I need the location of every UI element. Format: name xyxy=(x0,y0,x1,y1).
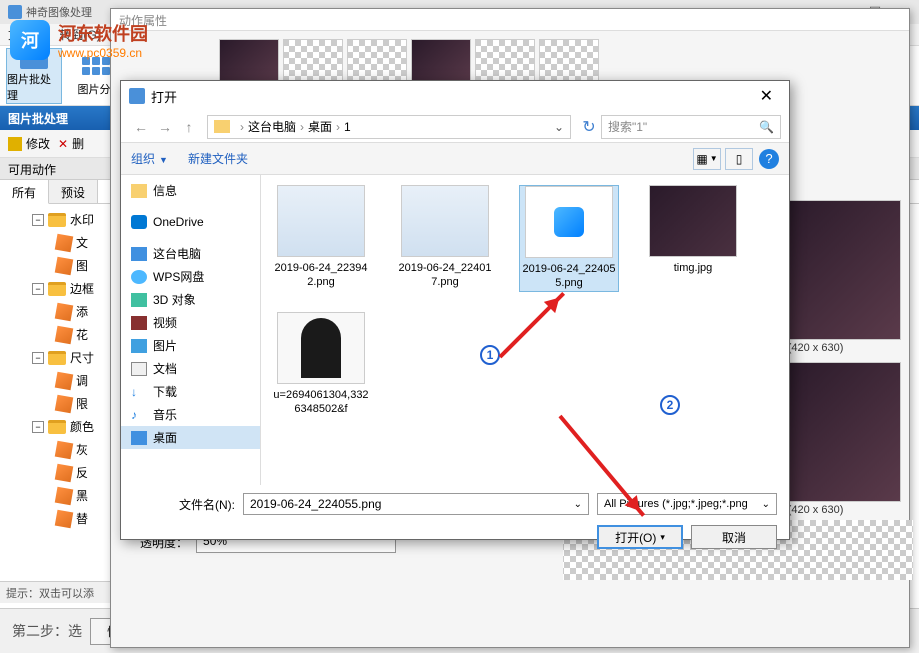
sidebar-item-documents[interactable]: 文档 xyxy=(121,357,260,380)
folder-icon xyxy=(48,282,66,296)
tab-all[interactable]: 所有 xyxy=(0,180,49,204)
watermark-name: 河东软件园 xyxy=(58,20,148,46)
file-item[interactable]: 2019-06-24_224017.png xyxy=(395,185,495,292)
delete-label: 删 xyxy=(72,135,84,152)
delete-button[interactable]: ✕ 删 xyxy=(58,135,84,152)
cube-icon xyxy=(131,293,147,307)
folder-icon xyxy=(48,213,66,227)
organize-button[interactable]: 组织▼ xyxy=(131,150,168,167)
desktop-icon xyxy=(131,431,147,445)
modify-label: 修改 xyxy=(26,135,50,152)
app-title: 神奇图像处理 xyxy=(26,4,92,20)
step-label: 第二步：选 xyxy=(12,621,82,641)
file-item[interactable]: 2019-06-24_223942.png xyxy=(271,185,371,292)
open-button[interactable]: 打开(O)▾ xyxy=(597,525,683,549)
onedrive-icon xyxy=(131,215,147,229)
file-item-selected[interactable]: 2019-06-24_224055.png xyxy=(519,185,619,292)
sidebar-item-desktop[interactable]: 桌面 xyxy=(121,426,260,449)
new-folder-button[interactable]: 新建文件夹 xyxy=(188,150,248,167)
pc-icon xyxy=(131,247,147,261)
sidebar-tree: 信息 OneDrive 这台电脑 WPS网盘 3D 对象 视频 图片 文档 下载… xyxy=(121,175,261,485)
cube-icon xyxy=(55,509,74,528)
close-button[interactable]: ✕ xyxy=(752,86,781,106)
sidebar-item-pictures[interactable]: 图片 xyxy=(121,334,260,357)
dialog-toolbar: 组织▼ 新建文件夹 ▦▼ ▯ ? xyxy=(121,143,789,175)
cube-icon xyxy=(55,463,74,482)
file-list: 2019-06-24_223942.png 2019-06-24_224017.… xyxy=(261,175,789,485)
cloud-icon xyxy=(131,270,147,284)
forward-button[interactable]: → xyxy=(153,115,177,139)
cube-icon xyxy=(55,302,74,321)
file-item[interactable]: u=2694061304,3326348502&f xyxy=(271,312,371,417)
filename-input[interactable]: 2019-06-24_224055.png⌄ xyxy=(243,493,589,515)
preview-panel: ) (420 x 630) ) (420 x 630) ▼ 下一张 xyxy=(781,200,911,551)
delete-icon: ✕ xyxy=(58,137,68,151)
folder-icon xyxy=(131,184,147,198)
hint-text: 提示：双击可以添 xyxy=(0,581,110,603)
file-item[interactable]: timg.jpg xyxy=(643,185,743,292)
back-button[interactable]: ← xyxy=(129,115,153,139)
folder-icon xyxy=(214,120,230,133)
refresh-button[interactable]: ↻ xyxy=(577,115,601,139)
video-icon xyxy=(131,316,147,330)
download-icon xyxy=(131,385,147,399)
app-icon xyxy=(8,5,22,19)
sidebar-item-pc[interactable]: 这台电脑 xyxy=(121,242,260,265)
music-icon: ♪ xyxy=(131,408,147,422)
dialog-title: 动作属性 xyxy=(111,9,909,31)
dialog-titlebar: 打开 ✕ xyxy=(121,81,789,111)
folder-icon xyxy=(48,351,66,365)
file-thumbnail xyxy=(649,185,737,257)
sidebar-item-downloads[interactable]: 下载 xyxy=(121,380,260,403)
preview-caption: ) (420 x 630) xyxy=(781,504,911,516)
view-mode-button[interactable]: ▦▼ xyxy=(693,148,721,170)
sidebar-item-wps[interactable]: WPS网盘 xyxy=(121,265,260,288)
watermark: 河 河东软件园 www.pc0359.cn xyxy=(10,20,148,60)
app-icon xyxy=(129,88,145,104)
search-input[interactable]: 搜索"1" 🔍 xyxy=(601,115,781,139)
tool-batch-label: 图片批处理 xyxy=(7,71,61,103)
cube-icon xyxy=(55,256,74,275)
cube-icon xyxy=(55,486,74,505)
dialog-title: 打开 xyxy=(151,87,177,106)
cube-icon xyxy=(55,371,74,390)
dialog-bottom: 文件名(N): 2019-06-24_224055.png⌄ All Pictu… xyxy=(121,485,789,561)
file-thumbnail xyxy=(277,185,365,257)
sidebar-item-video[interactable]: 视频 xyxy=(121,311,260,334)
sidebar-item-3d[interactable]: 3D 对象 xyxy=(121,288,260,311)
file-thumbnail xyxy=(525,186,613,258)
help-button[interactable]: ? xyxy=(759,149,779,169)
preview-image xyxy=(781,200,901,340)
cube-icon xyxy=(55,440,74,459)
file-open-dialog: 打开 ✕ ← → ↑ › 这台电脑 › 桌面 › 1 ⌄ ↻ 搜索"1" 🔍 组… xyxy=(120,80,790,540)
sidebar-item-music[interactable]: ♪音乐 xyxy=(121,403,260,426)
sidebar-item-info[interactable]: 信息 xyxy=(121,179,260,202)
watermark-logo-icon: 河 xyxy=(10,20,50,60)
pictures-icon xyxy=(131,339,147,353)
pencil-icon xyxy=(8,137,22,151)
tab-preset[interactable]: 预设 xyxy=(49,180,98,203)
search-icon: 🔍 xyxy=(759,120,774,134)
cube-icon xyxy=(55,394,74,413)
nav-bar: ← → ↑ › 这台电脑 › 桌面 › 1 ⌄ ↻ 搜索"1" 🔍 xyxy=(121,111,789,143)
cube-icon xyxy=(55,325,74,344)
filename-label: 文件名(N): xyxy=(133,496,243,513)
watermark-url: www.pc0359.cn xyxy=(58,46,148,60)
up-button[interactable]: ↑ xyxy=(177,115,201,139)
file-thumbnail xyxy=(277,312,365,384)
cube-icon xyxy=(55,233,74,252)
file-type-filter[interactable]: All Pictures (*.jpg;*.jpeg;*.png⌄ xyxy=(597,493,777,515)
path-breadcrumb[interactable]: › 这台电脑 › 桌面 › 1 ⌄ xyxy=(207,115,571,139)
sidebar-item-onedrive[interactable]: OneDrive xyxy=(121,212,260,232)
folder-icon xyxy=(48,420,66,434)
documents-icon xyxy=(131,362,147,376)
preview-caption: ) (420 x 630) xyxy=(781,342,911,354)
preview-pane-button[interactable]: ▯ xyxy=(725,148,753,170)
preview-image xyxy=(781,362,901,502)
modify-button[interactable]: 修改 xyxy=(8,135,50,152)
tool-split-label: 图片分 xyxy=(78,81,111,97)
file-thumbnail xyxy=(401,185,489,257)
cancel-button[interactable]: 取消 xyxy=(691,525,777,549)
